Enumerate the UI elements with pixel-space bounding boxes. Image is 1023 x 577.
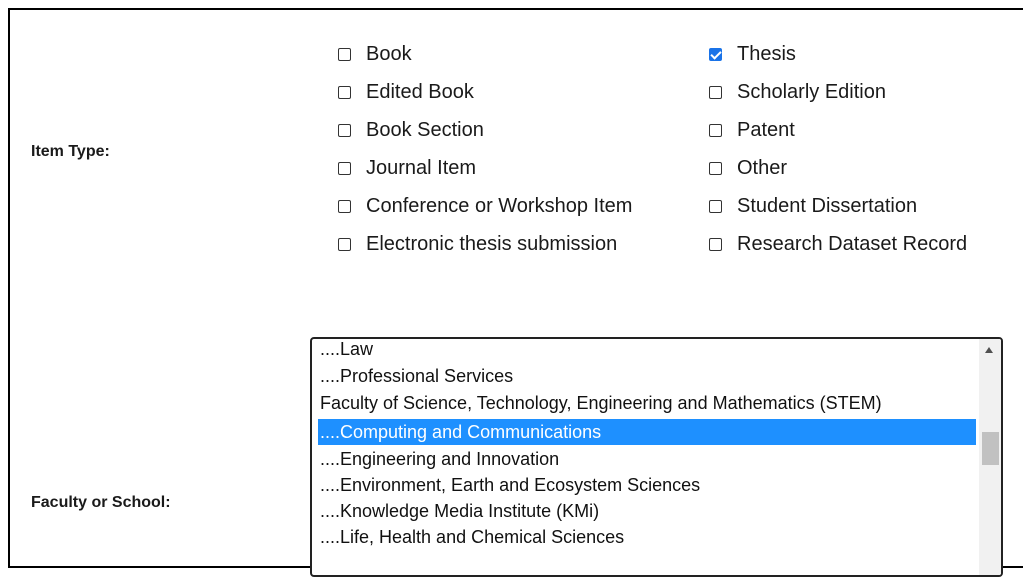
checkbox-label: Research Dataset Record: [737, 232, 968, 255]
checkbox-box[interactable]: [709, 199, 722, 213]
listbox-option[interactable]: ....Environment, Earth and Ecosystem Sci…: [318, 472, 976, 498]
listbox-option[interactable]: ....Knowledge Media Institute (KMi): [318, 498, 976, 524]
checkbox-label: Book: [366, 42, 412, 65]
checkbox-box-checked[interactable]: [709, 47, 722, 61]
checkbox-label: Edited Book: [366, 80, 474, 103]
listbox-scrollbar[interactable]: [979, 339, 1001, 575]
listbox-option[interactable]: ....Law: [318, 339, 976, 362]
checkbox-box[interactable]: [709, 161, 722, 175]
checkbox-student-dissertation[interactable]: Student Dissertation: [709, 192, 917, 220]
checkbox-label: Student Dissertation: [737, 194, 918, 217]
checkbox-box[interactable]: [338, 85, 351, 99]
item-type-label: Item Type:: [31, 143, 110, 160]
checkbox-box[interactable]: [338, 47, 351, 61]
checkbox-research-dataset[interactable]: Research Dataset Record: [709, 230, 967, 258]
listbox-option[interactable]: ....Life, Health and Chemical Sciences: [318, 524, 976, 550]
checkbox-other[interactable]: Other: [709, 154, 787, 182]
checkbox-box[interactable]: [338, 199, 351, 213]
checkbox-box[interactable]: [709, 85, 722, 99]
checkbox-box[interactable]: [338, 237, 351, 251]
checkbox-box[interactable]: [709, 123, 722, 137]
checkbox-electronic-thesis[interactable]: Electronic thesis submission: [338, 230, 617, 258]
checkbox-box[interactable]: [709, 237, 722, 251]
scroll-up-arrow-icon[interactable]: [985, 347, 993, 353]
listbox-option[interactable]: ....Engineering and Innovation: [318, 446, 976, 472]
scroll-thumb[interactable]: [982, 432, 999, 465]
checkbox-label: Book Section: [366, 118, 484, 141]
listbox-option[interactable]: ....Professional Services: [318, 363, 976, 389]
faculty-label: Faculty or School:: [31, 494, 171, 511]
checkbox-thesis[interactable]: Thesis: [709, 40, 796, 68]
checkbox-edited-book[interactable]: Edited Book: [338, 78, 474, 106]
checkbox-scholarly-edition[interactable]: Scholarly Edition: [709, 78, 886, 106]
checkbox-label: Patent: [737, 118, 795, 141]
checkbox-box[interactable]: [338, 123, 351, 137]
faculty-listbox[interactable]: ....Law ....Professional Services Facult…: [310, 337, 1003, 577]
checkbox-label: Thesis: [737, 42, 796, 65]
checkbox-journal-item[interactable]: Journal Item: [338, 154, 476, 182]
checkbox-label: Electronic thesis submission: [366, 232, 618, 255]
checkbox-label: Other: [737, 156, 788, 179]
checkbox-conference-item[interactable]: Conference or Workshop Item: [338, 192, 632, 220]
checkbox-label: Journal Item: [366, 156, 477, 179]
checkbox-label: Conference or Workshop Item: [366, 194, 633, 217]
checkbox-label: Scholarly Edition: [737, 80, 886, 103]
checkbox-book[interactable]: Book: [338, 40, 412, 68]
listbox-option-selected[interactable]: ....Computing and Communications: [318, 419, 976, 445]
checkbox-patent[interactable]: Patent: [709, 116, 795, 144]
checkbox-book-section[interactable]: Book Section: [338, 116, 484, 144]
listbox-option[interactable]: Faculty of Science, Technology, Engineer…: [318, 390, 976, 416]
checkbox-box[interactable]: [338, 161, 351, 175]
